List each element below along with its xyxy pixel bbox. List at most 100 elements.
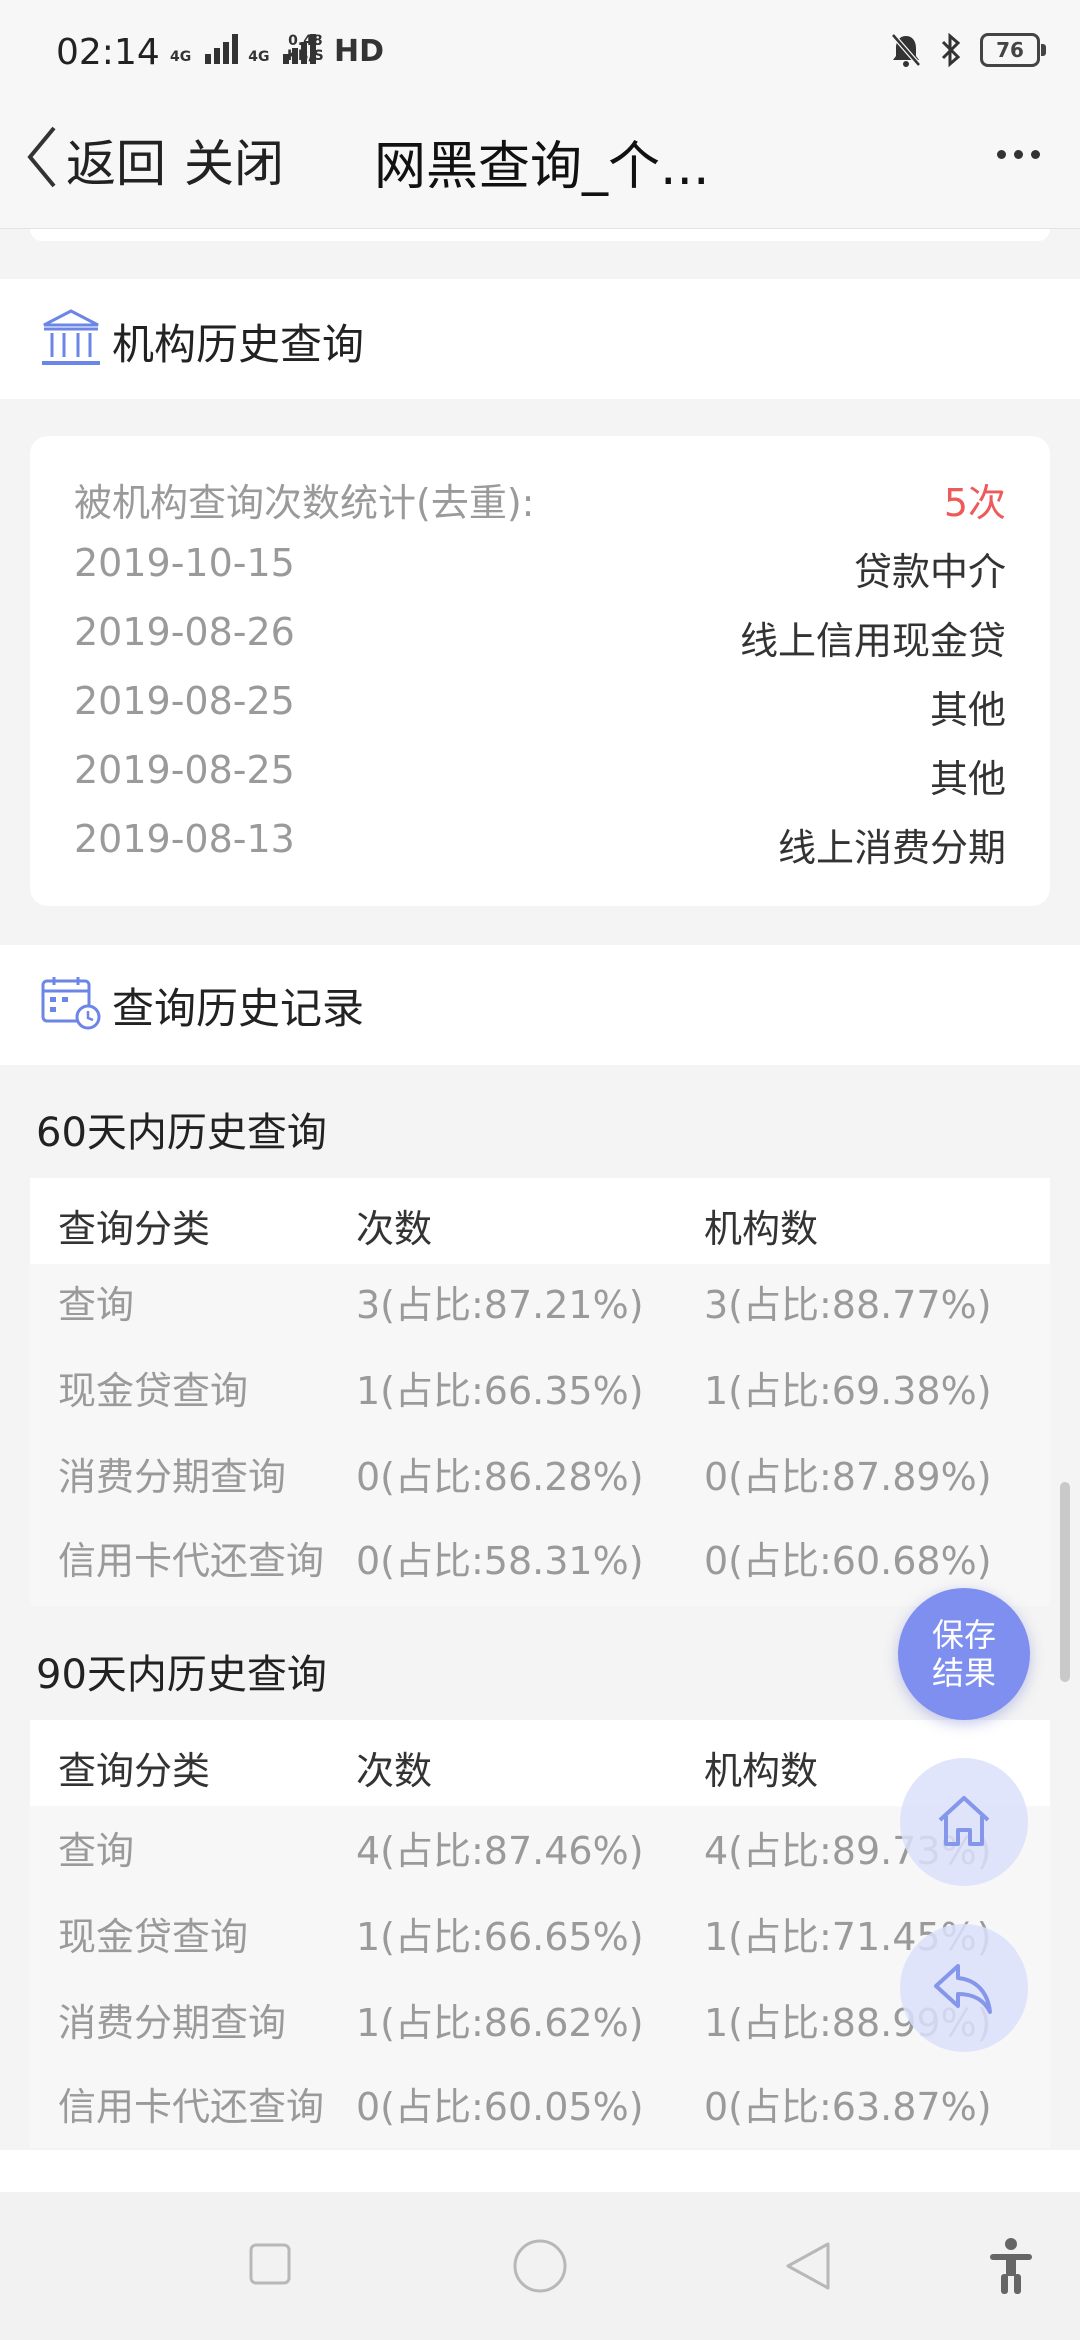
table-header: 查询分类 次数 机构数 — [30, 1720, 1050, 1806]
record-date: 2019-08-25 — [74, 748, 295, 792]
more-icon[interactable] — [997, 150, 1040, 159]
network-speed: 0.48 KB/S — [287, 34, 324, 64]
table-cell: 查询 — [58, 1283, 135, 1327]
network-type-1: 4G — [170, 49, 192, 65]
table-row: 查询 3(占比:87.21%) 3(占比:88.77%) — [30, 1264, 1050, 1350]
scrollbar-thumb[interactable] — [1060, 1482, 1070, 1682]
column-header: 查询分类 — [58, 1207, 211, 1251]
save-result-button[interactable]: 保存 结果 — [898, 1588, 1030, 1720]
table-body: 查询 3(占比:87.21%) 3(占比:88.77%) 现金贷查询 1(占比:… — [30, 1264, 1050, 1606]
section-title: 机构历史查询 — [112, 320, 365, 369]
table-cell: 0(占比:63.87%) — [704, 2085, 992, 2129]
institution-section-header: 机构历史查询 — [0, 279, 1080, 399]
record-type: 贷款中介 — [853, 550, 1006, 594]
institution-card: 被机构查询次数统计(去重): 5次 2019-10-15 贷款中介 2019-0… — [30, 436, 1050, 906]
calendar-clock-icon — [41, 977, 101, 1030]
table-cell: 4(占比:87.46%) — [356, 1829, 644, 1873]
column-header: 查询分类 — [58, 1749, 211, 1793]
list-item: 2019-08-25 其他 — [74, 748, 1006, 801]
close-button[interactable]: 关闭 — [184, 124, 284, 196]
record-date: 2019-10-15 — [74, 541, 295, 585]
column-header: 机构数 — [704, 1207, 819, 1251]
history-table-60: 查询分类 次数 机构数 查询 3(占比:87.21%) 3(占比:88.77%)… — [30, 1178, 1050, 1606]
table-cell: 3(占比:88.77%) — [704, 1283, 992, 1327]
speed-value: 0.48 — [288, 33, 323, 49]
group-title-60: 60天内历史查询 — [36, 1110, 327, 1156]
list-item: 2019-08-13 线上消费分期 — [74, 817, 1006, 870]
system-nav-bar — [0, 2192, 1080, 2340]
summary-row: 被机构查询次数统计(去重): 5次 — [74, 472, 1006, 525]
back-button[interactable]: 返回 — [66, 124, 166, 196]
accessibility-icon[interactable] — [986, 2236, 1036, 2296]
record-type: 其他 — [929, 688, 1006, 732]
table-cell: 查询 — [58, 1829, 135, 1873]
table-cell: 0(占比:86.28%) — [356, 1455, 644, 1499]
table-cell: 0(占比:58.31%) — [356, 1539, 644, 1583]
hd-indicator: HD — [334, 34, 385, 69]
table-row: 现金贷查询 1(占比:66.65%) 1(占比:71.45%) — [30, 1892, 1050, 1978]
home-button[interactable] — [900, 1758, 1028, 1886]
reply-button[interactable] — [900, 1924, 1028, 2052]
table-cell: 信用卡代还查询 — [58, 2085, 325, 2129]
chevron-left-icon[interactable] — [24, 122, 60, 192]
summary-value: 5次 — [943, 481, 1006, 525]
table-body: 查询 4(占比:87.46%) 4(占比:89.73%) 现金贷查询 1(占比:… — [30, 1806, 1050, 2148]
table-row: 现金贷查询 1(占比:66.35%) 1(占比:69.38%) — [30, 1350, 1050, 1436]
history-section-header: 查询历史记录 — [0, 945, 1080, 1065]
table-cell: 3(占比:87.21%) — [356, 1283, 644, 1327]
network-type-2: 4G — [248, 49, 270, 65]
table-cell: 1(占比:69.38%) — [704, 1369, 992, 1413]
table-row: 信用卡代还查询 0(占比:60.05%) 0(占比:63.87%) — [30, 2062, 1050, 2148]
table-cell: 1(占比:86.62%) — [356, 2001, 644, 2045]
record-type: 线上消费分期 — [777, 826, 1006, 870]
table-cell: 1(占比:66.35%) — [356, 1369, 644, 1413]
circle-icon[interactable] — [512, 2238, 568, 2294]
status-bar: 02:14 4G 4G 0.48 KB/S HD 76 — [0, 0, 1080, 110]
column-header: 次数 — [356, 1749, 433, 1793]
table-cell: 0(占比:60.05%) — [356, 2085, 644, 2129]
save-label-line2: 结果 — [931, 1654, 996, 1692]
history-table-90: 查询分类 次数 机构数 查询 4(占比:87.46%) 4(占比:89.73%)… — [30, 1720, 1050, 2148]
reply-icon — [934, 1964, 992, 2014]
column-header: 次数 — [356, 1207, 433, 1251]
speed-unit: KB/S — [287, 48, 324, 64]
previous-card-remnant — [30, 229, 1050, 241]
triangle-back-icon[interactable] — [784, 2240, 832, 2292]
table-cell: 现金贷查询 — [58, 1369, 249, 1413]
bank-icon — [42, 309, 100, 365]
next-card-remnant — [0, 2150, 1080, 2192]
table-cell: 消费分期查询 — [58, 1455, 287, 1499]
table-cell: 0(占比:60.68%) — [704, 1539, 992, 1583]
record-date: 2019-08-26 — [74, 610, 295, 654]
table-header: 查询分类 次数 机构数 — [30, 1178, 1050, 1264]
save-label-line1: 保存 — [931, 1616, 996, 1654]
home-icon — [938, 1796, 990, 1846]
summary-label: 被机构查询次数统计(去重): — [74, 481, 535, 525]
record-date: 2019-08-25 — [74, 679, 295, 723]
mute-icon — [891, 33, 921, 67]
battery-icon: 76 — [980, 33, 1046, 67]
record-type: 其他 — [929, 757, 1006, 801]
table-row: 查询 4(占比:87.46%) 4(占比:89.73%) — [30, 1806, 1050, 1892]
table-cell: 消费分期查询 — [58, 2001, 287, 2045]
column-header: 机构数 — [704, 1749, 819, 1793]
group-title-90: 90天内历史查询 — [36, 1652, 327, 1698]
bluetooth-icon — [941, 32, 961, 68]
square-icon[interactable] — [248, 2242, 292, 2286]
table-cell: 0(占比:87.89%) — [704, 1455, 992, 1499]
list-item: 2019-08-26 线上信用现金贷 — [74, 610, 1006, 663]
section-title: 查询历史记录 — [112, 984, 365, 1033]
signal-icon — [205, 34, 239, 64]
table-row: 信用卡代还查询 0(占比:58.31%) 0(占比:60.68%) — [30, 1520, 1050, 1606]
list-item: 2019-08-25 其他 — [74, 679, 1006, 732]
table-row: 消费分期查询 1(占比:86.62%) 1(占比:88.99%) — [30, 1978, 1050, 2064]
status-time: 02:14 — [56, 32, 160, 73]
table-cell: 1(占比:66.65%) — [356, 1915, 644, 1959]
table-cell: 现金贷查询 — [58, 1915, 249, 1959]
record-date: 2019-08-13 — [74, 817, 295, 861]
status-right: 76 — [890, 32, 1046, 68]
page-title: 网黑查询_个... — [374, 137, 710, 197]
table-cell: 信用卡代还查询 — [58, 1539, 325, 1583]
record-type: 线上信用现金贷 — [739, 619, 1006, 663]
list-item: 2019-10-15 贷款中介 — [74, 541, 1006, 594]
